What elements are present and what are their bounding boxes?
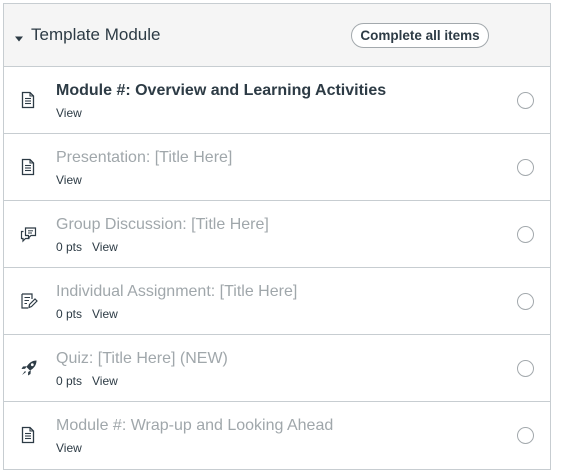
discussion-icon — [20, 225, 37, 243]
complete-all-items-button[interactable]: Complete all items — [351, 23, 489, 48]
view-link[interactable]: View — [56, 173, 82, 187]
module-item: Group Discussion: [Title Here] 0 pts View — [4, 201, 550, 268]
view-link[interactable]: View — [56, 106, 82, 120]
module-item-title[interactable]: Module #: Overview and Learning Activiti… — [56, 81, 386, 101]
completion-status-circle[interactable] — [517, 226, 534, 243]
completion-status-circle[interactable] — [517, 427, 534, 444]
page-icon — [20, 158, 36, 176]
module-header[interactable]: Template Module Complete all items — [4, 4, 550, 67]
points-label: 0 pts — [56, 307, 83, 321]
context-module: Template Module Complete all items Modul… — [3, 3, 551, 470]
module-item-meta: 0 pts View — [56, 373, 118, 389]
page-icon — [20, 426, 36, 444]
completion-status-circle[interactable] — [517, 293, 534, 310]
view-link[interactable]: View — [92, 374, 118, 388]
module-item-meta: View — [56, 105, 82, 121]
module-item: Module #: Overview and Learning Activiti… — [4, 67, 550, 134]
view-link[interactable]: View — [56, 441, 82, 455]
view-link[interactable]: View — [92, 307, 118, 321]
module-item-meta: View — [56, 172, 82, 188]
module-item-title[interactable]: Presentation: [Title Here] — [56, 148, 232, 168]
page-icon — [20, 91, 36, 109]
module-item-title[interactable]: Individual Assignment: [Title Here] — [56, 282, 297, 302]
completion-status-circle[interactable] — [517, 92, 534, 109]
module-item-title[interactable]: Group Discussion: [Title Here] — [56, 215, 269, 235]
module-item-meta: 0 pts View — [56, 306, 118, 322]
module-item-meta: 0 pts View — [56, 239, 118, 255]
view-link[interactable]: View — [92, 240, 118, 254]
module-item-title[interactable]: Quiz: [Title Here] (NEW) — [56, 349, 228, 369]
caret-down-icon[interactable] — [15, 30, 23, 42]
module-item-meta: View — [56, 440, 82, 456]
module-title: Template Module — [31, 25, 161, 44]
module-item: Module #: Wrap-up and Looking Ahead View — [4, 402, 550, 469]
completion-status-circle[interactable] — [517, 159, 534, 176]
points-label: 0 pts — [56, 374, 83, 388]
quiz-rocket-icon — [20, 359, 37, 377]
module-item: Quiz: [Title Here] (NEW) 0 pts View — [4, 335, 550, 402]
module-item: Presentation: [Title Here] View — [4, 134, 550, 201]
assignment-icon — [20, 292, 38, 310]
points-label: 0 pts — [56, 240, 83, 254]
module-item: Individual Assignment: [Title Here] 0 pt… — [4, 268, 550, 335]
completion-status-circle[interactable] — [517, 360, 534, 377]
module-item-title[interactable]: Module #: Wrap-up and Looking Ahead — [56, 416, 333, 436]
